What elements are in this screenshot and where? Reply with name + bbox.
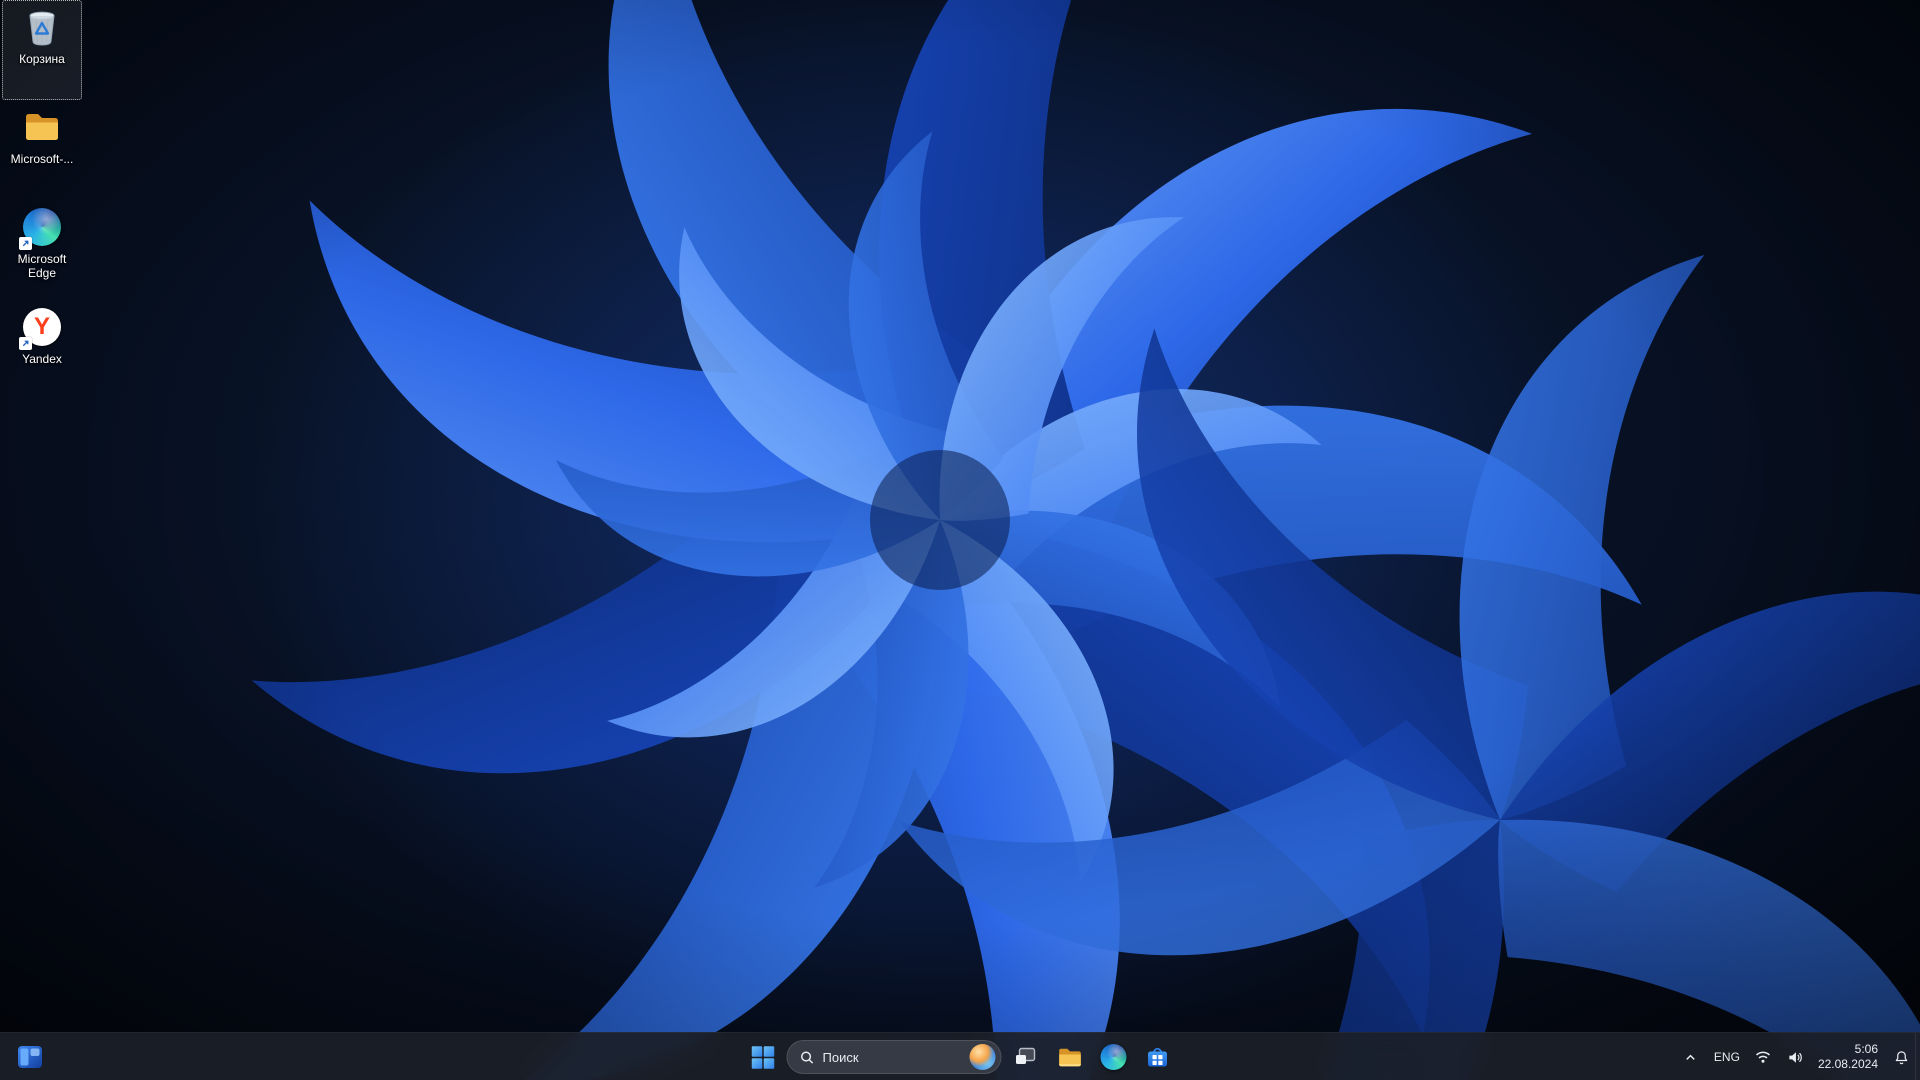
edge-icon	[19, 206, 63, 250]
tray-overflow-chevron[interactable]	[1678, 1037, 1704, 1077]
search-placeholder: Поиск	[822, 1049, 859, 1065]
yandex-icon: Y	[19, 306, 63, 350]
desktop-icon-label: Microsoft-...	[10, 152, 74, 166]
clock[interactable]: 5:06 22.08.2024	[1814, 1037, 1882, 1077]
chevron-up-icon	[1686, 1054, 1696, 1060]
search-icon	[801, 1051, 814, 1064]
speaker-icon	[1789, 1051, 1802, 1063]
language-indicator[interactable]: ENG	[1710, 1037, 1744, 1077]
microsoft-store-icon	[1148, 1047, 1167, 1067]
windows-logo-icon	[751, 1045, 774, 1069]
wifi-icon	[1755, 1051, 1770, 1063]
desktop-icon-recycle-bin[interactable]: Корзина	[2, 0, 82, 100]
desktop-icon-label: Microsoft Edge	[17, 252, 67, 280]
show-desktop-button[interactable]	[1915, 1033, 1920, 1080]
task-view-icon	[1016, 1047, 1036, 1064]
desktop-wallpaper	[0, 0, 1920, 1080]
file-explorer-icon	[1058, 1048, 1081, 1066]
desktop-icon-folder[interactable]: Microsoft-...	[2, 100, 82, 200]
network-tray-button[interactable]	[1750, 1037, 1776, 1077]
file-explorer-button[interactable]	[1050, 1037, 1090, 1077]
task-view-button[interactable]	[1006, 1037, 1046, 1077]
desktop-icon-column: Корзина Microsoft-... Microsoft Edge Y Y…	[0, 0, 84, 400]
taskbar-pinned-app-button[interactable]	[10, 1037, 50, 1077]
volume-tray-button[interactable]	[1782, 1037, 1808, 1077]
folder-icon	[21, 106, 63, 148]
desktop-icon-label: Yandex	[22, 352, 62, 366]
search-highlight-icon	[969, 1044, 996, 1070]
desktop-icon-label: Корзина	[19, 52, 65, 66]
notification-center-button[interactable]	[1888, 1037, 1914, 1077]
shortcut-arrow-icon	[19, 337, 32, 350]
microsoft-edge-button[interactable]	[1094, 1037, 1134, 1077]
microsoft-store-button[interactable]	[1138, 1037, 1178, 1077]
search-box[interactable]: Поиск	[786, 1040, 1002, 1074]
notification-bell-icon	[1895, 1050, 1907, 1064]
taskbar: Поиск ENG 5:06 22.08.2024	[0, 1032, 1920, 1080]
windows-desktop: Корзина Microsoft-... Microsoft Edge Y Y…	[0, 0, 1920, 1080]
recycle-bin-icon	[21, 6, 63, 48]
edge-icon	[1100, 1044, 1127, 1070]
start-button[interactable]	[743, 1037, 783, 1077]
shortcut-arrow-icon	[19, 237, 32, 250]
clock-date: 22.08.2024	[1817, 1057, 1878, 1071]
blue-window-app-icon	[18, 1046, 42, 1068]
desktop-icon-yandex[interactable]: Y Yandex	[2, 300, 82, 400]
desktop-icon-microsoft-edge[interactable]: Microsoft Edge	[2, 200, 82, 300]
clock-time: 5:06	[1854, 1042, 1878, 1056]
bloom-wallpaper-art	[0, 0, 1920, 1080]
